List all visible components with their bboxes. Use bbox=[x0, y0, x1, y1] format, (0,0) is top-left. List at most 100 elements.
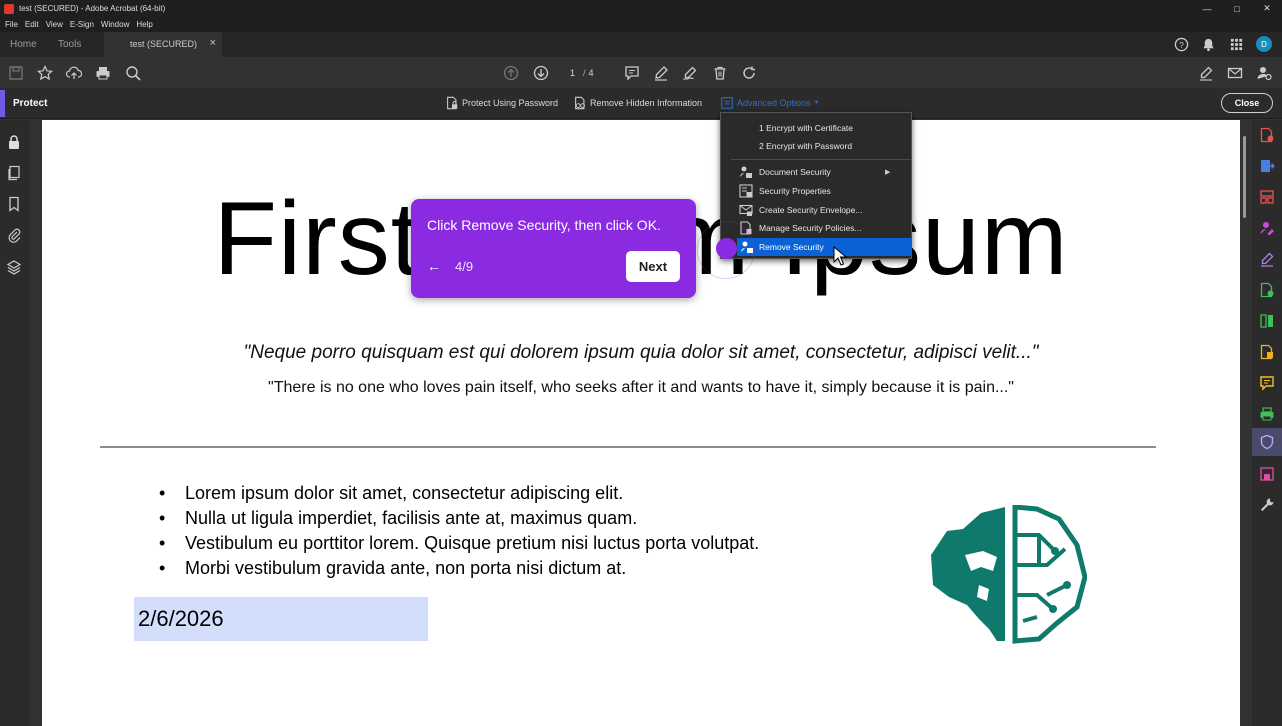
advanced-options-label: Advanced Options bbox=[737, 98, 811, 108]
request-signature-icon[interactable] bbox=[1258, 219, 1276, 237]
security-lock-icon[interactable] bbox=[6, 134, 24, 152]
date-form-field[interactable]: 2/6/2026 bbox=[134, 597, 428, 641]
save-icon[interactable] bbox=[6, 63, 26, 83]
page-separator: / bbox=[583, 68, 586, 78]
close-protect-button[interactable]: Close bbox=[1221, 93, 1273, 113]
menu-item-label: Remove Security bbox=[759, 242, 824, 252]
menu-item-label: Security Properties bbox=[759, 186, 831, 196]
menu-item-label: Document Security bbox=[759, 167, 831, 177]
share-user-icon[interactable] bbox=[1254, 63, 1274, 83]
tab-bar: Home Tools test (SECURED) × ? D bbox=[0, 32, 1282, 57]
zoom-search-icon[interactable] bbox=[123, 63, 143, 83]
vertical-scrollbar-thumb[interactable] bbox=[1243, 136, 1246, 218]
menu-item-encrypt-password[interactable]: 2 Encrypt with Password bbox=[721, 137, 911, 155]
menu-esign[interactable]: E-Sign bbox=[70, 20, 94, 29]
page-indicator[interactable]: 1 / 4 bbox=[562, 66, 602, 80]
menu-item-remove-security[interactable]: Remove Security bbox=[737, 238, 911, 256]
protect-shield-icon[interactable] bbox=[1258, 433, 1276, 451]
help-icon[interactable]: ? bbox=[1174, 37, 1189, 52]
tour-message: Click Remove Security, then click OK. bbox=[427, 217, 661, 233]
remove-hidden-icon bbox=[575, 96, 585, 110]
menu-window[interactable]: Window bbox=[101, 20, 129, 29]
window-title: test (SECURED) - Adobe Acrobat (64-bit) bbox=[19, 4, 166, 13]
window-close-button[interactable]: ✕ bbox=[1252, 0, 1282, 17]
envelope-lock-icon bbox=[739, 204, 753, 216]
fill-sign-tool-icon[interactable] bbox=[1258, 250, 1276, 268]
bullet-list: Lorem ipsum dolor sit amet, consectetur … bbox=[159, 483, 759, 583]
menu-file[interactable]: File bbox=[5, 20, 18, 29]
menu-view[interactable]: View bbox=[46, 20, 63, 29]
upload-cloud-icon[interactable] bbox=[64, 63, 84, 83]
document-quote-plain: "There is no one who loves pain itself, … bbox=[268, 379, 1014, 396]
head-brain-logo-icon bbox=[931, 505, 1087, 644]
list-item: Vestibulum eu porttitor lorem. Quisque p… bbox=[159, 533, 759, 558]
email-icon[interactable] bbox=[1225, 63, 1245, 83]
right-tools-pane bbox=[1252, 120, 1282, 726]
notification-bell-icon[interactable] bbox=[1201, 37, 1216, 52]
apps-grid-icon[interactable] bbox=[1229, 37, 1244, 52]
layers-icon[interactable] bbox=[6, 259, 24, 277]
highlight-pen-icon[interactable] bbox=[651, 63, 671, 83]
more-tools-icon[interactable] bbox=[1258, 496, 1276, 514]
properties-lock-icon bbox=[739, 184, 753, 198]
page-thumbnails-icon[interactable] bbox=[6, 165, 24, 183]
tour-next-button[interactable]: Next bbox=[626, 251, 680, 282]
protect-using-password-button[interactable]: Protect Using Password bbox=[445, 96, 558, 110]
bookmark-star-icon[interactable] bbox=[35, 63, 55, 83]
print-production-icon[interactable] bbox=[1258, 405, 1276, 423]
create-pdf-icon[interactable] bbox=[1258, 126, 1276, 144]
sign-icon[interactable] bbox=[680, 63, 700, 83]
menu-help[interactable]: Help bbox=[136, 20, 152, 29]
delete-trash-icon[interactable] bbox=[710, 63, 730, 83]
comment-icon[interactable] bbox=[622, 63, 642, 83]
previous-page-icon[interactable] bbox=[501, 63, 521, 83]
document-quote-italic: "Neque porro quisquam est qui dolorem ip… bbox=[243, 342, 1039, 363]
guided-tour-tooltip: Click Remove Security, then click OK. ← … bbox=[411, 199, 696, 298]
account-avatar[interactable]: D bbox=[1256, 36, 1272, 52]
current-page: 1 bbox=[570, 68, 576, 78]
tab-document[interactable]: test (SECURED) × bbox=[104, 32, 222, 57]
document-lock-icon bbox=[447, 96, 458, 110]
mouse-cursor-icon bbox=[833, 246, 847, 266]
remove-hidden-information-button[interactable]: Remove Hidden Information bbox=[573, 96, 702, 110]
tour-back-arrow-icon[interactable]: ← bbox=[427, 258, 441, 274]
tour-beacon bbox=[716, 238, 737, 259]
menu-item-security-properties[interactable]: Security Properties bbox=[721, 182, 911, 200]
next-page-icon[interactable] bbox=[531, 63, 551, 83]
bookmarks-icon[interactable] bbox=[6, 196, 24, 214]
tab-home[interactable]: Home bbox=[10, 39, 37, 50]
compare-files-icon[interactable] bbox=[1258, 312, 1276, 330]
scan-ocr-icon[interactable] bbox=[1258, 343, 1276, 361]
maximize-button[interactable]: □ bbox=[1222, 0, 1252, 17]
rotate-icon[interactable] bbox=[739, 63, 759, 83]
menu-item-label: Create Security Envelope... bbox=[759, 205, 863, 215]
menu-item-label: Manage Security Policies... bbox=[759, 223, 862, 233]
list-item: Morbi vestibulum gravida ante, non porta… bbox=[159, 558, 759, 583]
comment-tool-icon[interactable] bbox=[1258, 374, 1276, 392]
list-item: Lorem ipsum dolor sit amet, consectetur … bbox=[159, 483, 759, 508]
remove-hidden-information-label: Remove Hidden Information bbox=[590, 98, 703, 108]
protect-toolbar: Protect Protect Using Password Remove Hi… bbox=[0, 88, 1282, 119]
advanced-options-button[interactable]: Advanced Options ▼ bbox=[720, 96, 820, 110]
right-gutter bbox=[1240, 120, 1252, 726]
acrobat-app-icon bbox=[4, 3, 14, 14]
menu-bar: File Edit View E-Sign Window Help bbox=[0, 17, 1282, 32]
user-lock-icon bbox=[740, 166, 752, 178]
left-gutter bbox=[30, 120, 42, 726]
save-as-icon[interactable] bbox=[1258, 465, 1276, 483]
tab-tools[interactable]: Tools bbox=[58, 39, 81, 50]
export-pdf-icon[interactable] bbox=[1258, 157, 1276, 175]
print-icon[interactable] bbox=[93, 63, 113, 83]
tab-close-icon[interactable]: × bbox=[210, 37, 216, 49]
list-item: Nulla ut ligula imperdiet, facilisis ant… bbox=[159, 508, 759, 533]
menu-item-document-security[interactable]: Document Security ▶ bbox=[721, 163, 911, 181]
edit-pdf-icon[interactable] bbox=[1258, 281, 1276, 299]
menu-edit[interactable]: Edit bbox=[25, 20, 39, 29]
organize-pages-icon[interactable] bbox=[1258, 188, 1276, 206]
menu-item-create-security-envelope[interactable]: Create Security Envelope... bbox=[721, 201, 911, 219]
minimize-button[interactable]: — bbox=[1192, 0, 1222, 17]
tour-step-counter: 4/9 bbox=[455, 259, 474, 274]
menu-item-encrypt-certificate[interactable]: 1 Encrypt with Certificate bbox=[721, 119, 911, 137]
fill-sign-icon[interactable] bbox=[1196, 63, 1216, 83]
attachments-paperclip-icon[interactable] bbox=[6, 227, 24, 245]
